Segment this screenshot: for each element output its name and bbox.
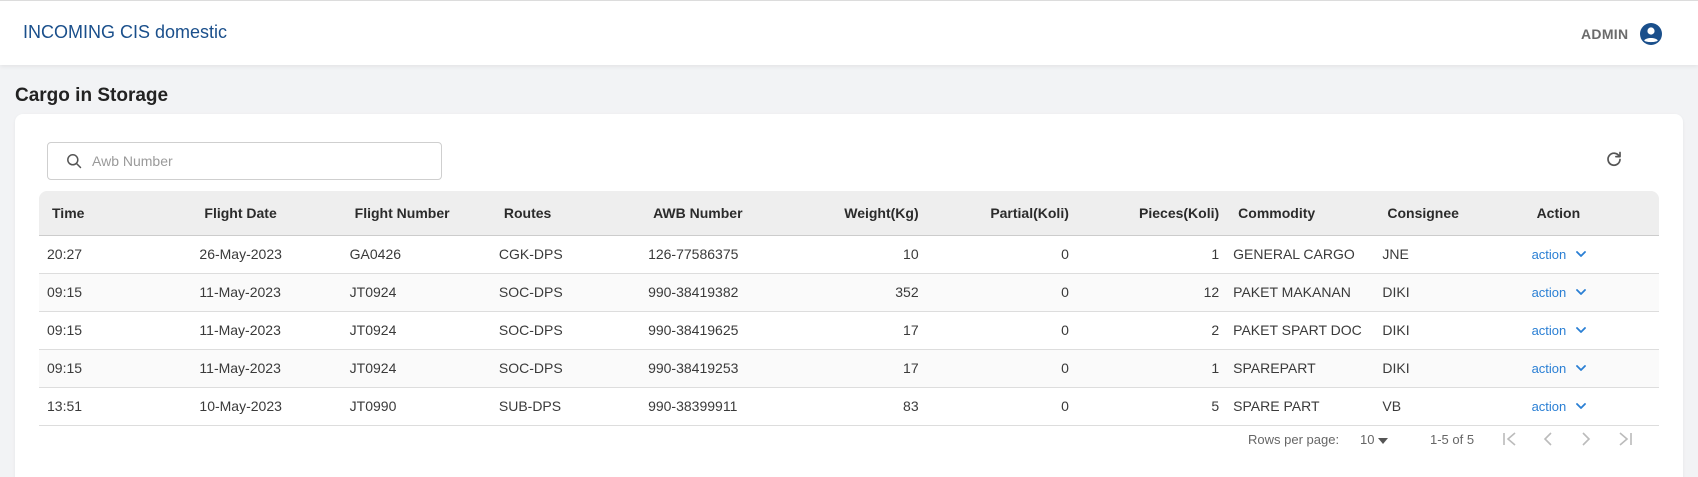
cell-action: action [1523,235,1659,274]
chevron-down-icon[interactable] [1576,364,1587,372]
cell-flight-number: JT0924 [341,349,491,388]
cell-partial: 0 [924,311,1075,350]
cell-time: 09:15 [39,311,192,350]
prev-page-button[interactable] [1538,430,1558,450]
last-page-icon [1617,431,1633,449]
cell-commodity: PAKET SPART DOC [1225,311,1375,350]
cell-action: action [1523,349,1659,388]
cell-weight: 10 [794,235,925,274]
prev-page-icon [1542,431,1554,449]
cell-partial: 0 [924,235,1075,274]
column-header-flight-number[interactable]: Flight Number [341,191,491,236]
app-title: INCOMING CIS domestic [23,22,228,42]
cell-weight: 352 [794,273,925,312]
cell-action: action [1523,311,1659,350]
cell-consignee: JNE [1374,235,1524,274]
cell-flight-date: 11-May-2023 [191,349,342,388]
cell-flight-date: 26-May-2023 [191,235,342,274]
table-row[interactable]: 09:15 11-May-2023 JT0924 SOC-DPS 990-3841938… [39,273,1659,312]
cell-flight-number: JT0924 [341,311,491,350]
page-title: Cargo in Storage [15,85,169,106]
column-header-routes[interactable]: Routes [490,191,641,236]
rows-per-page-value: 10 [1360,432,1375,447]
cell-flight-number: GA0426 [341,235,491,274]
column-header-consignee[interactable]: Consignee [1374,191,1524,236]
user-name[interactable]: ADMIN [1581,26,1628,42]
cargo-table: Time Flight Date Flight Number Routes AW… [39,191,1659,426]
column-header-weight[interactable]: Weight(Kg) [794,191,925,236]
cell-awb-number: 990-38419382 [640,273,795,312]
refresh-icon [1605,150,1623,173]
cell-partial: 0 [924,349,1075,388]
cell-pieces: 2 [1074,311,1226,350]
cell-flight-number: JT0924 [341,273,491,312]
action-menu-button[interactable]: action [1532,361,1567,376]
table-row[interactable]: 20:27 26-May-2023 GA0426 CGK-DPS 126-7758637… [39,235,1659,274]
action-menu-button[interactable]: action [1532,247,1567,262]
top-app-bar: INCOMING CIS domestic ADMIN [0,0,1698,65]
cell-commodity: SPAREPART [1225,349,1375,388]
chevron-down-icon[interactable] [1576,250,1587,258]
cell-partial: 0 [924,273,1075,312]
cell-pieces: 12 [1074,273,1226,312]
cell-time: 20:27 [39,235,192,274]
search-field[interactable] [47,142,442,180]
cell-awb-number: 990-38419253 [640,349,795,388]
cell-commodity: PAKET MAKANAN [1225,273,1375,312]
content-card: Time Flight Date Flight Number Routes AW… [15,114,1683,477]
pagination-range: 1-5 of 5 [1430,432,1475,447]
account-circle-icon[interactable] [1640,23,1662,45]
chevron-down-icon[interactable] [1576,326,1587,334]
cell-time: 09:15 [39,349,192,388]
column-header-action: Action [1523,191,1659,236]
first-page-icon [1502,431,1518,449]
cell-pieces: 1 [1074,349,1226,388]
cell-pieces: 1 [1074,235,1226,274]
action-menu-button[interactable]: action [1532,399,1567,414]
table-body: 20:27 26-May-2023 GA0426 CGK-DPS 126-7758637… [39,235,1659,426]
search-icon [66,153,82,169]
cell-time: 09:15 [39,273,192,312]
search-input[interactable] [92,153,412,169]
cell-flight-date: 11-May-2023 [191,311,342,350]
cell-awb-number: 990-38419625 [640,311,795,350]
rows-per-page-select[interactable]: 10 [1360,432,1389,447]
cell-weight: 17 [794,311,925,350]
cell-flight-date: 11-May-2023 [191,273,342,312]
action-menu-button[interactable]: action [1532,285,1567,300]
cell-consignee: DIKI [1374,273,1524,312]
cell-awb-number: 126-77586375 [640,235,795,274]
rows-per-page-label: Rows per page: [1248,432,1340,447]
first-page-button[interactable] [1500,430,1520,450]
next-page-button[interactable] [1576,430,1596,450]
column-header-flight-date[interactable]: Flight Date [191,191,342,236]
cell-commodity: GENERAL CARGO [1225,235,1375,274]
column-header-time[interactable]: Time [39,191,192,236]
cell-route: SOC-DPS [490,273,641,312]
column-header-awb-number[interactable]: AWB Number [640,191,795,236]
chevron-down-icon[interactable] [1576,288,1587,296]
table-row[interactable]: 09:15 11-May-2023 JT0924 SOC-DPS 990-3841962… [39,311,1659,350]
last-page-button[interactable] [1615,430,1635,450]
table-pagination: Rows per page: 10 1-5 of 5 [15,418,1683,458]
cell-route: CGK-DPS [490,235,641,274]
cell-consignee: DIKI [1374,349,1524,388]
refresh-button[interactable] [1603,150,1625,172]
cell-route: SOC-DPS [490,311,641,350]
cell-action: action [1523,273,1659,312]
table-row[interactable]: 09:15 11-May-2023 JT0924 SOC-DPS 990-3841925… [39,349,1659,388]
chevron-down-icon[interactable] [1576,402,1587,410]
column-header-partial[interactable]: Partial(Koli) [924,191,1075,236]
column-header-commodity[interactable]: Commodity [1225,191,1375,236]
action-menu-button[interactable]: action [1532,323,1567,338]
table-header-row: Time Flight Date Flight Number Routes AW… [39,191,1659,236]
caret-down-icon [1378,432,1389,447]
cell-consignee: DIKI [1374,311,1524,350]
next-page-icon [1580,431,1592,449]
column-header-pieces[interactable]: Pieces(Koli) [1074,191,1226,236]
cell-weight: 17 [794,349,925,388]
cell-route: SOC-DPS [490,349,641,388]
